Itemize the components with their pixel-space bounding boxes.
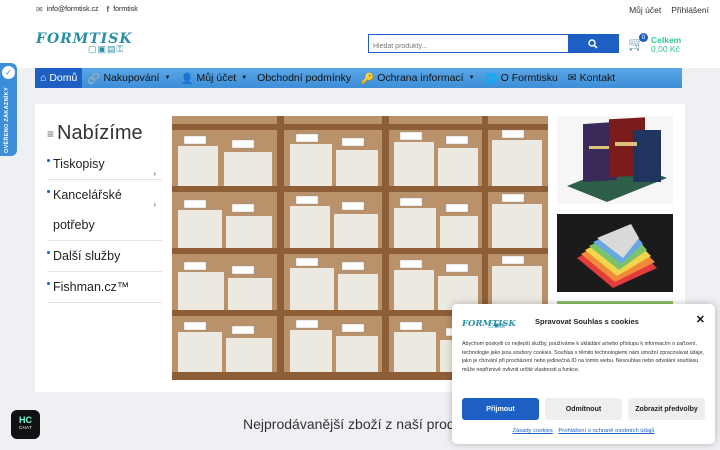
search-button[interactable] bbox=[568, 35, 618, 52]
nav-label: Nakupování bbox=[103, 72, 160, 84]
category-menu-header: ≡ Nabízíme bbox=[47, 122, 162, 145]
bullet-icon bbox=[47, 190, 50, 193]
account-link[interactable]: Můj účet bbox=[629, 5, 661, 15]
top-bar: ✉ info@formtisk.cz f formtisk Můj účet P… bbox=[0, 0, 720, 22]
bestsellers-heading: Nejprodávanější zboží z naší prod bbox=[243, 416, 455, 432]
product-thumb-binders[interactable] bbox=[557, 116, 673, 204]
bullet-icon bbox=[47, 251, 50, 254]
envelope-icon: ✉ bbox=[567, 72, 577, 84]
account-links: Můj účet Přihlášení bbox=[629, 5, 709, 15]
nav-label: Domů bbox=[49, 72, 78, 84]
category-menu-title: Nabízíme bbox=[57, 122, 143, 144]
consent-logo: FORMTISK ▢▣▤ bbox=[462, 313, 516, 331]
globe-icon: 🌐 bbox=[484, 72, 498, 85]
chat-button[interactable]: HC CHAT bbox=[11, 410, 40, 439]
nav-label: Obchodní podmínky bbox=[257, 72, 352, 84]
verified-reviews-label: OVĚŘENO ZÁKAZNÍKY bbox=[4, 87, 10, 153]
link-icon: 🔗 bbox=[87, 72, 101, 85]
category-label: Další služby bbox=[53, 249, 121, 263]
nav-item-contact[interactable]: ✉ Kontakt bbox=[563, 68, 620, 88]
home-icon: ⌂ bbox=[40, 72, 47, 84]
caret-down-icon: ▼ bbox=[468, 75, 475, 81]
facebook-link[interactable]: formtisk bbox=[113, 6, 138, 13]
nav-label: Můj účet bbox=[196, 72, 237, 84]
login-link[interactable]: Přihlášení bbox=[671, 5, 709, 15]
search-input[interactable] bbox=[369, 38, 569, 55]
cart-total-amount: 0,00 Kč bbox=[651, 44, 680, 54]
cart-widget[interactable]: 🛒 0 Celkem 0,00 Kč bbox=[628, 33, 718, 57]
product-thumb-colored-paper[interactable] bbox=[557, 214, 673, 292]
nav-label: O Formtisku bbox=[500, 72, 558, 84]
nav-label: Ochrana informací bbox=[377, 72, 464, 84]
nav-item-home[interactable]: ⌂ Domů bbox=[35, 68, 83, 88]
accept-button[interactable]: Přijmout bbox=[462, 398, 539, 420]
category-item-fishman[interactable]: Fishman.cz™ bbox=[47, 272, 162, 303]
user-icon: 👤 bbox=[180, 72, 194, 85]
category-item-forms[interactable]: Tiskopisy › bbox=[47, 149, 162, 180]
category-label-line2: potřeby bbox=[53, 218, 95, 232]
search-icon bbox=[588, 38, 598, 49]
close-icon[interactable]: ✕ bbox=[696, 313, 705, 326]
verified-reviews-tab[interactable]: ✓ OVĚŘENO ZÁKAZNÍKY bbox=[0, 63, 17, 156]
logo-glyphs-icon: ▢▣▤ bbox=[488, 323, 506, 329]
chat-sublabel: CHAT bbox=[18, 425, 33, 430]
search-box bbox=[368, 34, 619, 55]
logo-glyphs-icon: ▢▣▤⚿ bbox=[88, 44, 125, 54]
cookie-policy-link[interactable]: Zásady cookies bbox=[513, 428, 553, 434]
category-menu: ≡ Nabízíme Tiskopisy › Kancelářské potře… bbox=[47, 122, 162, 303]
category-label: Fishman.cz™ bbox=[53, 280, 130, 294]
bullet-icon bbox=[47, 159, 50, 162]
binders-illustration bbox=[557, 116, 673, 204]
email-link[interactable]: info@formtisk.cz bbox=[47, 6, 99, 13]
facebook-icon[interactable]: f bbox=[107, 5, 110, 14]
nav-item-account[interactable]: 👤 Můj účet ▼ bbox=[175, 68, 252, 88]
caret-down-icon: ▼ bbox=[164, 75, 171, 81]
bullet-icon bbox=[47, 282, 50, 285]
hamburger-icon: ≡ bbox=[47, 126, 55, 141]
preferences-button[interactable]: Zobrazit předvolby bbox=[628, 398, 705, 420]
nav-item-privacy[interactable]: 🔑 Ochrana informací ▼ bbox=[356, 68, 479, 88]
category-label: Kancelářské bbox=[53, 188, 122, 202]
site-logo[interactable]: FORMTISK ▢▣▤⚿ bbox=[36, 30, 140, 58]
envelope-icon: ✉ bbox=[36, 5, 43, 14]
deny-button[interactable]: Odmítnout bbox=[545, 398, 622, 420]
consent-body: Abychom poskytli co nejlepší služby, pou… bbox=[462, 341, 705, 373]
nav-item-shopping[interactable]: 🔗 Nakupování ▼ bbox=[82, 68, 175, 88]
nav-label: Kontakt bbox=[579, 72, 616, 84]
privacy-statement-link[interactable]: Prohlášení o ochraně osobních údajů bbox=[558, 428, 654, 434]
main-nav: ⌂ Domů 🔗 Nakupování ▼ 👤 Můj účet ▼ Obcho… bbox=[35, 68, 682, 88]
category-item-other-services[interactable]: Další služby bbox=[47, 241, 162, 272]
chat-label: HC bbox=[19, 415, 32, 425]
checkmark-icon: ✓ bbox=[2, 66, 15, 79]
caret-down-icon: ▼ bbox=[241, 75, 248, 81]
contact-info: ✉ info@formtisk.cz f formtisk bbox=[36, 5, 138, 14]
nav-item-terms[interactable]: Obchodní podmínky bbox=[252, 68, 356, 88]
category-item-office-supplies[interactable]: Kancelářské potřeby › bbox=[47, 180, 162, 241]
chevron-right-icon: › bbox=[153, 200, 156, 209]
header: FORMTISK ▢▣▤⚿ 🛒 0 Celkem 0,00 Kč bbox=[0, 22, 720, 68]
consent-links: Zásady cookies Prohlášení o ochraně osob… bbox=[452, 428, 715, 434]
colored-paper-illustration bbox=[557, 214, 673, 292]
cookie-consent-dialog: FORMTISK ▢▣▤ Spravovat Souhlas s cookies… bbox=[452, 304, 715, 444]
category-label: Tiskopisy bbox=[53, 157, 105, 171]
nav-item-about[interactable]: 🌐 O Formtisku bbox=[480, 68, 563, 88]
key-icon: 🔑 bbox=[361, 72, 375, 85]
cart-count-badge: 0 bbox=[639, 33, 648, 42]
consent-title: Spravovat Souhlas s cookies bbox=[535, 317, 639, 326]
